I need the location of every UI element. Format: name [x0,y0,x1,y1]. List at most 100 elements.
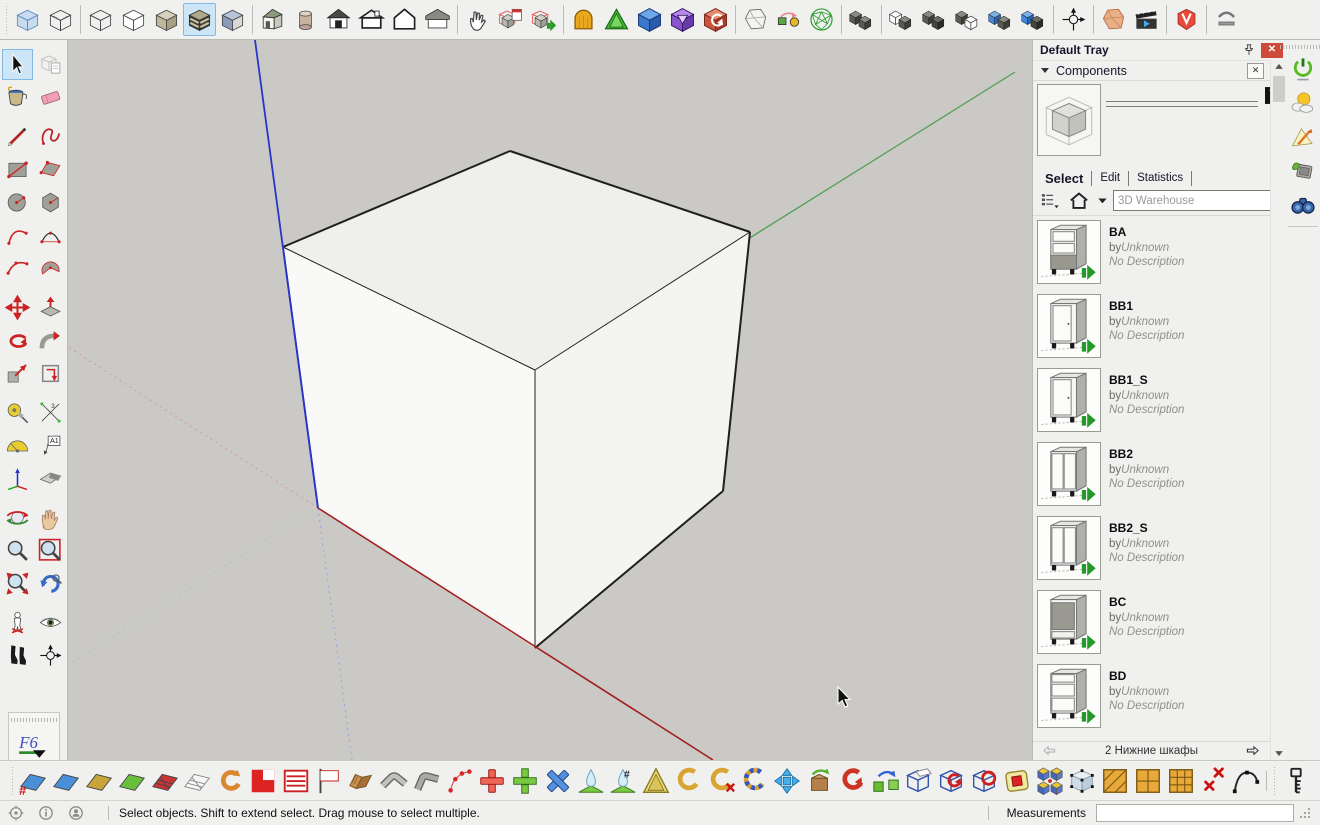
gold-triangle-button[interactable] [641,766,671,796]
red-revert-button[interactable] [699,3,732,36]
component-list-item[interactable]: BAbyUnknownNo Description [1033,216,1269,290]
polygon-tool-button[interactable] [35,187,66,218]
info-icon[interactable] [38,805,54,821]
collections-dropdown-icon[interactable] [1095,189,1110,212]
navigation-compass-button[interactable] [35,640,66,671]
dimension-tool-button[interactable]: 3 [35,397,66,428]
position-camera-button[interactable] [2,607,33,638]
roof-view-button[interactable] [421,3,454,36]
top-view-button[interactable] [355,3,388,36]
gold-loop-button[interactable] [674,766,704,796]
section-close-icon[interactable]: ✕ [1247,63,1264,79]
flag-button[interactable] [313,766,343,796]
shadows-sun-button[interactable] [1287,86,1319,120]
component-export-button[interactable] [527,3,560,36]
view-options-icon[interactable] [1037,189,1063,212]
look-around-button[interactable] [35,607,66,638]
component-thumbnail-icon[interactable] [1037,220,1101,284]
scroll-up-icon[interactable] [1272,60,1286,74]
shaded-textures-mode-button[interactable] [183,3,216,36]
nav-forward-icon[interactable] [1244,744,1262,759]
viewport-3d[interactable] [68,40,1032,760]
outer-shell-button[interactable] [885,3,918,36]
zoom-extents-button[interactable] [2,568,33,599]
segmented-loop-button[interactable] [740,766,770,796]
styles-note-button[interactable] [1287,120,1319,154]
iso-view-button[interactable] [256,3,289,36]
blue-plane-button[interactable] [51,766,81,796]
toolbar-grip[interactable] [10,767,15,795]
rotate-tool-button[interactable] [2,325,33,356]
vertex-cube-button[interactable] [1067,766,1097,796]
key-button[interactable] [1281,766,1311,796]
walk-tool-button[interactable] [2,640,33,671]
blue-cube-button[interactable] [633,3,666,36]
green-split-button[interactable] [510,766,540,796]
section-plane-button[interactable] [35,463,66,494]
pipe-elbow-button[interactable] [412,766,442,796]
gold-plane-button[interactable] [84,766,114,796]
box-lid-button[interactable] [805,766,835,796]
viewport-canvas[interactable] [68,40,1032,760]
rock-button[interactable] [739,3,772,36]
toolbar-grip[interactable] [11,718,57,722]
wireframe-mode-button[interactable] [84,3,117,36]
waterdrop-hash-button[interactable]: # [608,766,638,796]
two-point-arc-button[interactable] [35,220,66,251]
three-point-arc-button[interactable] [2,253,33,284]
trim-solids-button[interactable] [1017,3,1050,36]
tray-scrollbar[interactable] [1270,60,1286,760]
waterdrop-button[interactable] [576,766,606,796]
compass-button[interactable] [1057,3,1090,36]
intersect-solids-button[interactable] [918,3,951,36]
blue-x-button[interactable] [543,766,573,796]
red-grid-plane-button[interactable] [150,766,180,796]
circle-tool-button[interactable] [2,187,33,218]
account-icon[interactable] [68,805,84,821]
front-view-button[interactable] [322,3,355,36]
shaded-mode-button[interactable] [150,3,183,36]
text-tool-button[interactable]: A1 [35,430,66,461]
axes-tool-button[interactable] [2,463,33,494]
follow-me-button[interactable] [35,325,66,356]
component-list-item[interactable]: BB1_SbyUnknownNo Description [1033,364,1269,438]
arc-tool-button[interactable] [2,220,33,251]
xray-mode-button[interactable] [11,3,44,36]
monochrome-mode-button[interactable] [216,3,249,36]
select-tool-button[interactable] [2,49,33,80]
previous-view-button[interactable] [35,568,66,599]
animation-clapper-button[interactable] [1130,3,1163,36]
component-thumbnail-icon[interactable] [1037,516,1101,580]
components-section-header[interactable]: Components ✕ [1033,61,1286,81]
cube-faces-button[interactable] [1035,766,1065,796]
extension-power-button[interactable] [1287,52,1319,86]
zoom-window-button[interactable] [35,535,66,566]
freehand-tool-button[interactable] [35,121,66,152]
component-page-button[interactable] [494,3,527,36]
make-component-button[interactable] [35,49,66,80]
resize-grip-icon[interactable] [1298,806,1312,820]
pad-square-button[interactable] [1002,766,1032,796]
wood-fold-button[interactable] [346,766,376,796]
component-thumbnail-icon[interactable] [1037,368,1101,432]
grid-3x3-button[interactable] [1166,766,1196,796]
red-striped-panel-button[interactable] [281,766,311,796]
cube-red-loop-button[interactable] [936,766,966,796]
move-tool-button[interactable] [2,292,33,323]
white-grid-plane-button[interactable] [182,766,212,796]
vray-button[interactable] [1170,3,1203,36]
cube-sheet-button[interactable] [903,766,933,796]
component-list-item[interactable]: BB2_SbyUnknownNo Description [1033,512,1269,586]
quad-face-hash-button[interactable]: # [18,766,48,796]
solid-pair-button[interactable] [845,3,878,36]
offset-tool-button[interactable] [35,358,66,389]
toolbar-grip[interactable] [1280,45,1320,49]
textured-rock-button[interactable] [1097,3,1130,36]
purple-funnel-button[interactable] [666,3,699,36]
line-tool-button[interactable] [2,121,33,152]
grid-2x2-button[interactable] [1133,766,1163,796]
arc-ball-button[interactable] [772,3,805,36]
binoculars-button[interactable] [1287,188,1319,222]
tab-edit[interactable]: Edit [1092,171,1129,186]
hatch-grid-button[interactable] [1100,766,1130,796]
